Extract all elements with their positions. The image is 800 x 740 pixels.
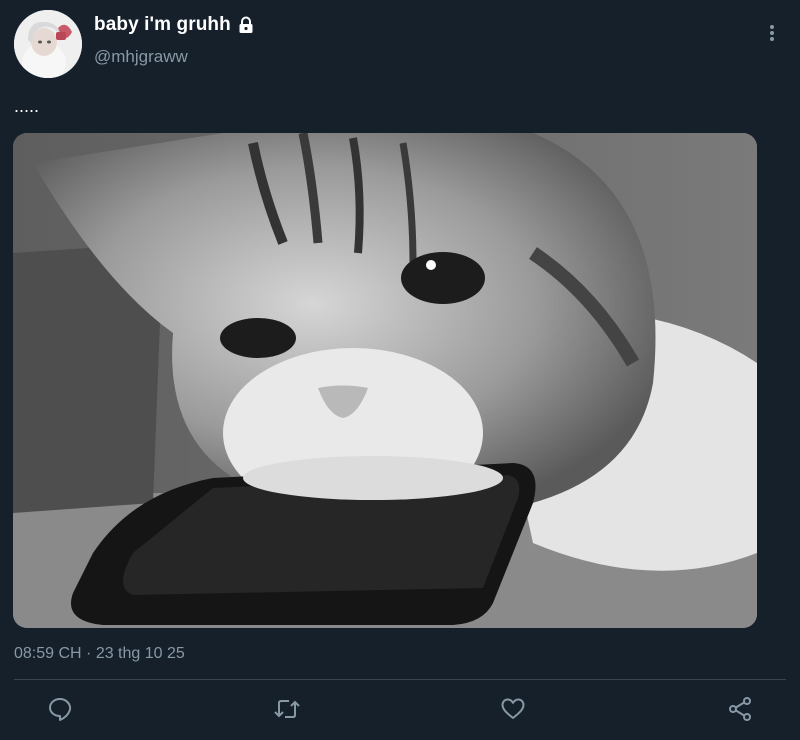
divider [14,679,786,680]
avatar[interactable] [14,10,82,78]
action-bar [0,693,800,733]
share-icon [727,696,753,727]
tweet-text: ..... [14,96,40,116]
tweet-timestamp[interactable]: 08:59 CH · 23 thg 10 25 [14,645,185,663]
retweet-icon [273,696,301,727]
display-name[interactable]: baby i'm gruhh [94,14,231,36]
more-options-icon[interactable] [762,20,782,46]
name-row: baby i'm gruhh [94,14,255,36]
heart-icon [500,696,526,727]
tweet-image[interactable] [13,133,757,628]
lock-icon [237,16,255,34]
like-button[interactable] [495,693,531,729]
reply-button[interactable] [42,693,78,729]
reply-icon [47,696,73,727]
share-button[interactable] [722,693,758,729]
tweet-header: baby i'm gruhh @mhjgraww [0,0,800,90]
retweet-button[interactable] [269,693,305,729]
user-handle[interactable]: @mhjgraww [94,47,188,67]
